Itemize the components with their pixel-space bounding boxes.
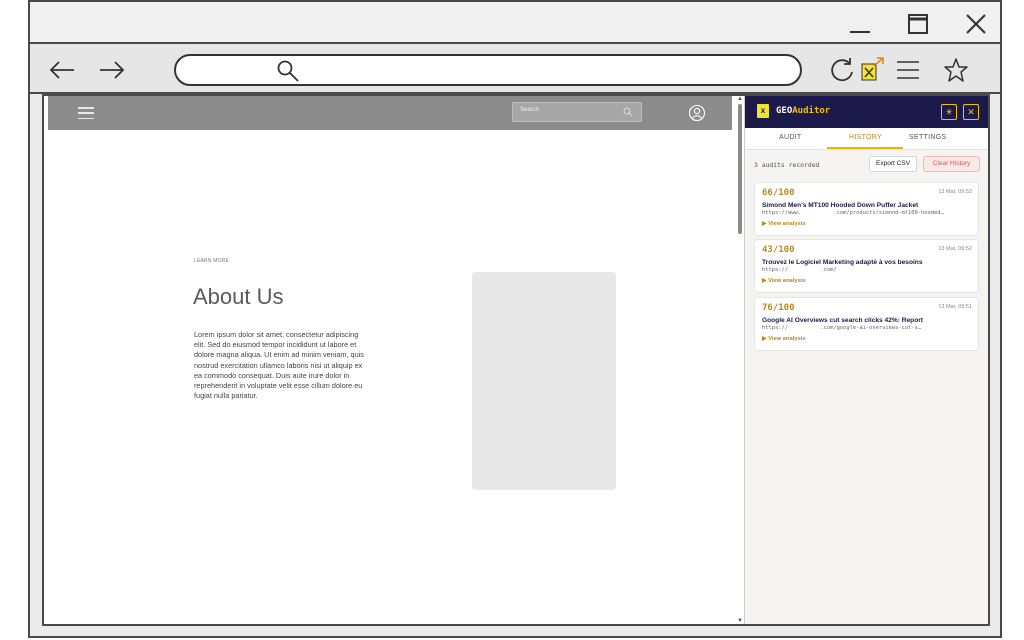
history-card[interactable]: 76/100 13 Mar, 09:51 Google AI Overviews…	[754, 297, 979, 351]
scroll-down-icon[interactable]: ▼	[737, 618, 743, 624]
site-search-input[interactable]: Search	[512, 102, 642, 122]
scrollbar-thumb[interactable]	[738, 104, 742, 234]
title-geo: GEO	[776, 106, 793, 116]
audit-date: 13 Mar, 09:51	[938, 304, 972, 310]
close-panel-icon[interactable]: ✕	[963, 104, 979, 120]
audit-url: https://www. .com/products/simond-mt100-…	[762, 210, 944, 216]
geoauditor-extension-icon[interactable]	[858, 56, 886, 84]
maximize-icon[interactable]	[904, 10, 932, 38]
audit-url: https:// .com/	[762, 267, 837, 273]
scroll-up-icon[interactable]: ▲	[737, 96, 743, 102]
audit-page-title: Google AI Overviews cut search clicks 42…	[762, 317, 923, 324]
audit-date: 13 Mar, 09:52	[938, 246, 972, 252]
export-csv-button[interactable]: Export CSV	[869, 156, 917, 172]
hamburger-menu-icon[interactable]	[78, 107, 94, 119]
forward-arrow-icon[interactable]	[98, 56, 126, 84]
learn-more-label[interactable]: LEARN MORE	[194, 258, 229, 264]
geoauditor-logo-icon: x	[757, 104, 769, 118]
back-arrow-icon[interactable]	[48, 56, 76, 84]
history-card[interactable]: 66/100 13 Mar, 09:53 Simond Men's MT100 …	[754, 182, 979, 236]
page-scrollbar[interactable]: ▲ ▼	[736, 96, 744, 624]
tab-history[interactable]: HISTORY	[849, 134, 882, 141]
image-placeholder	[472, 272, 616, 490]
audit-url: https:// .com/google-ai-overviews-cut-s…	[762, 325, 922, 331]
geoauditor-panel: x GEOAuditor ☀ ✕ AUDIT HISTORY SETTINGS …	[744, 96, 988, 624]
view-analysis-link[interactable]: ▶ View analysis	[762, 221, 806, 227]
audit-score: 66/100	[762, 188, 795, 198]
view-analysis-link[interactable]: ▶ View analysis	[762, 278, 806, 284]
history-card[interactable]: 43/100 13 Mar, 09:52 Trouvez le Logiciel…	[754, 239, 979, 293]
search-icon	[277, 60, 299, 82]
tab-audit[interactable]: AUDIT	[779, 134, 802, 141]
page-title: About Us	[193, 284, 284, 309]
browser-window: Search LEARN MORE About Us Lorem ipsum d…	[28, 0, 1002, 638]
page-viewport: Search LEARN MORE About Us Lorem ipsum d…	[42, 94, 990, 626]
extension-header: x GEOAuditor ☀ ✕	[745, 96, 988, 128]
title-bar	[30, 2, 1000, 44]
extension-title: GEOAuditor	[776, 106, 830, 116]
about-body-text: Lorem ipsum dolor sit amet, consectetur …	[194, 330, 364, 401]
tab-settings[interactable]: SETTINGS	[909, 134, 946, 141]
theme-toggle-icon[interactable]: ☀	[941, 104, 957, 120]
audit-count: 3 audits recorded	[754, 161, 820, 169]
web-page: Search LEARN MORE About Us Lorem ipsum d…	[44, 96, 734, 624]
address-bar[interactable]	[174, 54, 802, 86]
reload-icon[interactable]	[828, 56, 856, 84]
audit-page-title: Trouvez le Logiciel Marketing adapté à v…	[762, 259, 923, 266]
search-icon	[623, 107, 633, 117]
clear-history-button[interactable]: Clear History	[923, 156, 980, 172]
audit-page-title: Simond Men's MT100 Hooded Down Puffer Ja…	[762, 202, 919, 209]
view-analysis-link[interactable]: ▶ View analysis	[762, 336, 806, 342]
site-search-placeholder: Search	[520, 107, 540, 113]
active-tab-indicator	[827, 147, 903, 149]
site-header: Search	[48, 96, 732, 130]
close-icon[interactable]	[962, 10, 990, 38]
extension-tabs: AUDIT HISTORY SETTINGS	[745, 128, 988, 150]
star-icon[interactable]	[942, 56, 970, 84]
audit-score: 43/100	[762, 245, 795, 255]
menu-icon[interactable]	[894, 56, 922, 84]
minimize-icon[interactable]	[846, 10, 874, 38]
audit-score: 76/100	[762, 303, 795, 313]
audit-date: 13 Mar, 09:53	[938, 189, 972, 195]
navigation-bar	[30, 44, 1000, 94]
user-account-icon[interactable]	[688, 104, 706, 122]
title-auditor: Auditor	[792, 106, 831, 116]
